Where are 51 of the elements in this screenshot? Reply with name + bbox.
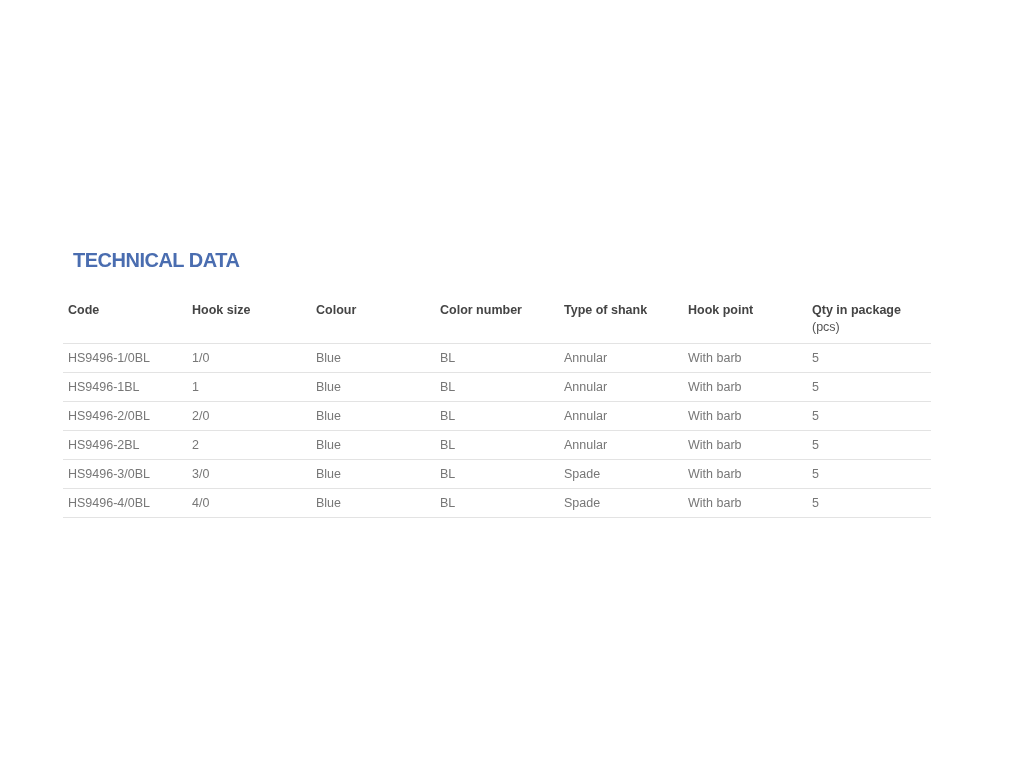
table-cell: Blue (316, 494, 342, 512)
table-cell: HS9496-1/0BL (68, 349, 150, 367)
table-cell: BL (440, 436, 456, 454)
table-cell: With barb (688, 494, 742, 512)
table-cell: With barb (688, 436, 742, 454)
table-cell: 2/0 (192, 407, 210, 425)
table-cell: Spade (564, 494, 601, 512)
table-cell: Annular (564, 349, 608, 367)
table-cell: With barb (688, 465, 742, 483)
table-cell: 5 (812, 407, 819, 425)
table-cell: Blue (316, 465, 342, 483)
table-cell: 5 (812, 378, 819, 396)
table-cell: Annular (564, 436, 608, 454)
table-cell: 5 (812, 494, 819, 512)
table-cell: Annular (564, 407, 608, 425)
table-cell: Blue (316, 349, 342, 367)
table-cell: 5 (812, 465, 819, 483)
column-header: Code (68, 302, 100, 319)
table-cell: HS9496-4/0BL (68, 494, 150, 512)
table-cell: With barb (688, 378, 742, 396)
table-cell: Blue (316, 407, 342, 425)
column-header: Qty in package (812, 302, 901, 319)
table-cell: 1 (192, 378, 199, 396)
table-cell: Blue (316, 436, 342, 454)
table-cell: BL (440, 407, 456, 425)
table-cell: 4/0 (192, 494, 210, 512)
table-cell: Spade (564, 465, 601, 483)
table-cell: BL (440, 494, 456, 512)
column-header: Colour (316, 302, 357, 319)
table-cell: 3/0 (192, 465, 210, 483)
table-cell: HS9496-2/0BL (68, 407, 150, 425)
column-unit: (pcs) (812, 319, 841, 336)
column-header: Hook size (192, 302, 251, 319)
column-header: Hook point (688, 302, 754, 319)
table-cell: BL (440, 378, 456, 396)
table-cell: 5 (812, 436, 819, 454)
column-header: Color number (440, 302, 522, 319)
table-cell: 5 (812, 349, 819, 367)
table-cell: BL (440, 465, 456, 483)
table-cell: BL (440, 349, 456, 367)
table-cell: With barb (688, 407, 742, 425)
table-cell: With barb (688, 349, 742, 367)
column-header: Type of shank (564, 302, 648, 319)
table-cell: Annular (564, 378, 608, 396)
table-cell: Blue (316, 378, 342, 396)
table-cell: HS9496-1BL (68, 378, 140, 396)
table-cell: 2 (192, 436, 199, 454)
section-heading: TECHNICAL DATA (73, 248, 240, 272)
table-cell: HS9496-3/0BL (68, 465, 150, 483)
table-cell: HS9496-2BL (68, 436, 140, 454)
table-cell: 1/0 (192, 349, 210, 367)
